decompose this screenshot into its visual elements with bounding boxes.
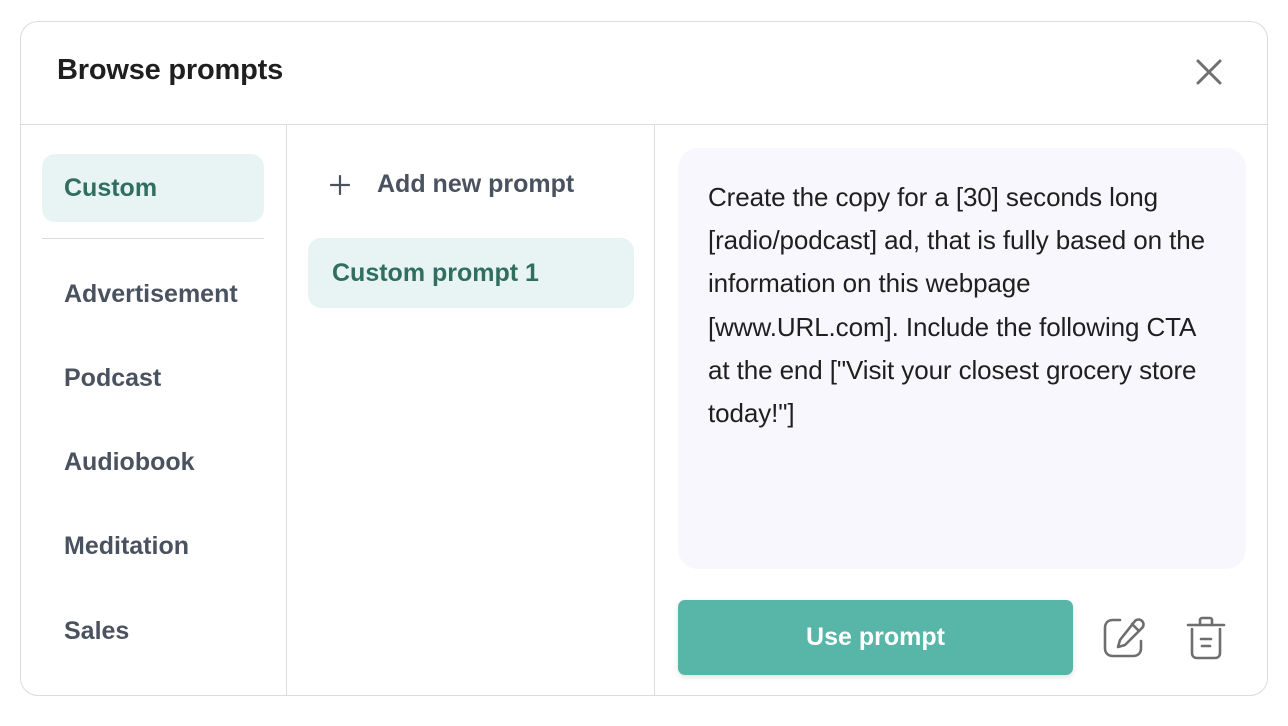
category-item-podcast[interactable]: Podcast [42,344,264,412]
prompt-detail: Create the copy for a [30] seconds long … [655,125,1267,695]
category-item-sales[interactable]: Sales [42,597,264,665]
category-divider [42,238,264,239]
prompt-list: Add new prompt Custom prompt 1 [287,125,655,695]
category-item-audiobook[interactable]: Audiobook [42,428,264,496]
prompt-item-custom-prompt-1[interactable]: Custom prompt 1 [308,238,634,308]
delete-prompt-button[interactable] [1183,615,1229,661]
close-icon [1196,59,1222,85]
prompt-text: Create the copy for a [30] seconds long … [678,148,1246,569]
modal-body: Custom Advertisement Podcast Audiobook M… [21,125,1267,695]
category-list: Custom Advertisement Podcast Audiobook M… [21,125,287,695]
trash-icon [1186,616,1226,660]
category-item-custom[interactable]: Custom [42,154,264,222]
add-new-prompt-button[interactable]: Add new prompt [329,170,574,199]
category-item-advertisement[interactable]: Advertisement [42,260,264,328]
modal-header: Browse prompts [21,22,1267,125]
add-new-prompt-label: Add new prompt [377,170,575,198]
plus-icon [329,174,351,196]
browse-prompts-modal: Browse prompts Custom Advertisement Podc… [20,21,1268,696]
close-button[interactable] [1193,56,1225,88]
edit-icon [1103,618,1145,658]
edit-prompt-button[interactable] [1100,615,1146,661]
use-prompt-button[interactable]: Use prompt [678,600,1073,675]
category-item-meditation[interactable]: Meditation [42,512,264,580]
modal-title: Browse prompts [57,54,284,86]
